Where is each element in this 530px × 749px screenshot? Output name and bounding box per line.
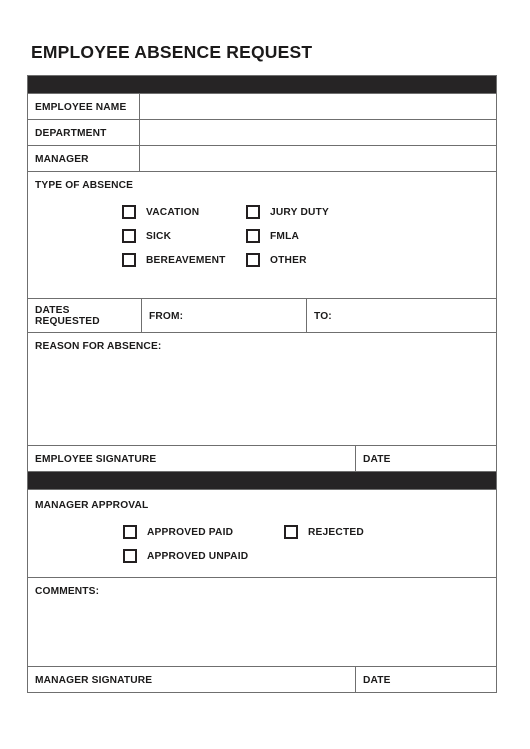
department-input[interactable] [140, 120, 496, 145]
checkbox-option-other[interactable]: OTHER [246, 253, 307, 267]
manager-input[interactable] [140, 146, 496, 171]
checkbox-label-bereavement: BEREAVEMENT [146, 254, 226, 266]
manager-approval-label: MANAGER APPROVAL [35, 500, 149, 511]
employee-signature-date-label[interactable]: DATE [356, 446, 496, 471]
table-row-employee-name: EMPLOYEE NAME [28, 94, 496, 120]
checkbox-option-fmla[interactable]: FMLA [246, 229, 299, 243]
table-row-employee-signature: EMPLOYEE SIGNATURE DATE [28, 446, 496, 472]
absence-type-spacer [35, 272, 489, 286]
comments-field[interactable]: COMMENTS: [28, 578, 496, 666]
checkbox-icon-other[interactable] [246, 253, 260, 267]
checkbox-label-rejected: REJECTED [308, 526, 364, 538]
table-row-comments: COMMENTS: [28, 578, 496, 667]
checkbox-label-jury-duty: JURY DUTY [270, 206, 329, 218]
checkbox-label-sick: SICK [146, 230, 172, 242]
checkbox-label-approved-unpaid: APPROVED UNPAID [147, 550, 249, 562]
checkbox-icon-rejected[interactable] [284, 525, 298, 539]
manager-label: MANAGER [28, 146, 140, 171]
manager-signature-date-label[interactable]: DATE [356, 667, 496, 692]
employee-signature-label[interactable]: EMPLOYEE SIGNATURE [28, 446, 356, 471]
checkbox-option-sick[interactable]: SICK [122, 229, 246, 243]
comments-label: COMMENTS: [35, 586, 100, 597]
checkbox-option-rejected[interactable]: REJECTED [284, 525, 364, 539]
absence-type-row-2: SICK FMLA [35, 224, 489, 248]
absence-request-page: EMPLOYEE ABSENCE REQUEST EMPLOYEE NAME D… [0, 0, 530, 749]
checkbox-label-other: OTHER [270, 254, 307, 266]
table-row-department: DEPARTMENT [28, 120, 496, 146]
checkbox-icon-jury-duty[interactable] [246, 205, 260, 219]
checkbox-icon-vacation[interactable] [122, 205, 136, 219]
checkbox-icon-sick[interactable] [122, 229, 136, 243]
page-title: EMPLOYEE ABSENCE REQUEST [31, 42, 313, 62]
checkbox-icon-approved-paid[interactable] [123, 525, 137, 539]
table-row-reason: REASON FOR ABSENCE: [28, 333, 496, 446]
black-bar-middle [28, 472, 496, 489]
table-row-manager-signature: MANAGER SIGNATURE DATE [28, 667, 496, 692]
checkbox-label-vacation: VACATION [146, 206, 200, 218]
absence-type-label: TYPE OF ABSENCE [35, 180, 134, 191]
top-divider-bar [28, 76, 496, 94]
checkbox-option-approved-unpaid[interactable]: APPROVED UNPAID [123, 549, 284, 563]
dates-from-label[interactable]: FROM: [142, 299, 307, 332]
checkbox-option-vacation[interactable]: VACATION [122, 205, 246, 219]
department-label: DEPARTMENT [28, 120, 140, 145]
manager-section-divider-bar [28, 472, 496, 490]
employee-name-input[interactable] [140, 94, 496, 119]
table-row-dates-requested: DATES REQUESTED FROM: TO: [28, 299, 496, 333]
absence-request-form: EMPLOYEE NAME DEPARTMENT MANAGER TYPE OF… [27, 75, 497, 693]
checkbox-label-fmla: FMLA [270, 230, 300, 242]
checkbox-option-bereavement[interactable]: BEREAVEMENT [122, 253, 246, 267]
manager-signature-label[interactable]: MANAGER SIGNATURE [28, 667, 356, 692]
checkbox-option-jury-duty[interactable]: JURY DUTY [246, 205, 329, 219]
checkbox-option-approved-paid[interactable]: APPROVED PAID [123, 525, 284, 539]
manager-approval-row-2: APPROVED UNPAID [35, 544, 489, 568]
absence-type-row-1: VACATION JURY DUTY [35, 200, 489, 224]
absence-type-options: VACATION JURY DUTY SICK FMLA BEREAVEMENT… [35, 200, 489, 272]
employee-name-label: EMPLOYEE NAME [28, 94, 140, 119]
reason-for-absence-label: REASON FOR ABSENCE: [35, 341, 162, 352]
table-row-absence-type: TYPE OF ABSENCE VACATION JURY DUTY SICK … [28, 172, 496, 299]
table-row-manager: MANAGER [28, 146, 496, 172]
checkbox-icon-approved-unpaid[interactable] [123, 549, 137, 563]
checkbox-icon-fmla[interactable] [246, 229, 260, 243]
checkbox-icon-bereavement[interactable] [122, 253, 136, 267]
table-row-manager-approval: MANAGER APPROVAL APPROVED PAID REJECTED … [28, 490, 496, 578]
manager-approval-section: MANAGER APPROVAL APPROVED PAID REJECTED … [28, 490, 496, 577]
manager-approval-row-1: APPROVED PAID REJECTED [35, 520, 489, 544]
reason-for-absence-field[interactable]: REASON FOR ABSENCE: [28, 333, 496, 445]
absence-type-section: TYPE OF ABSENCE VACATION JURY DUTY SICK … [28, 172, 496, 298]
black-bar-top [28, 76, 496, 93]
absence-type-row-3: BEREAVEMENT OTHER [35, 248, 489, 272]
dates-requested-label: DATES REQUESTED [28, 299, 142, 332]
dates-to-label[interactable]: TO: [307, 299, 496, 332]
checkbox-label-approved-paid: APPROVED PAID [147, 526, 234, 538]
